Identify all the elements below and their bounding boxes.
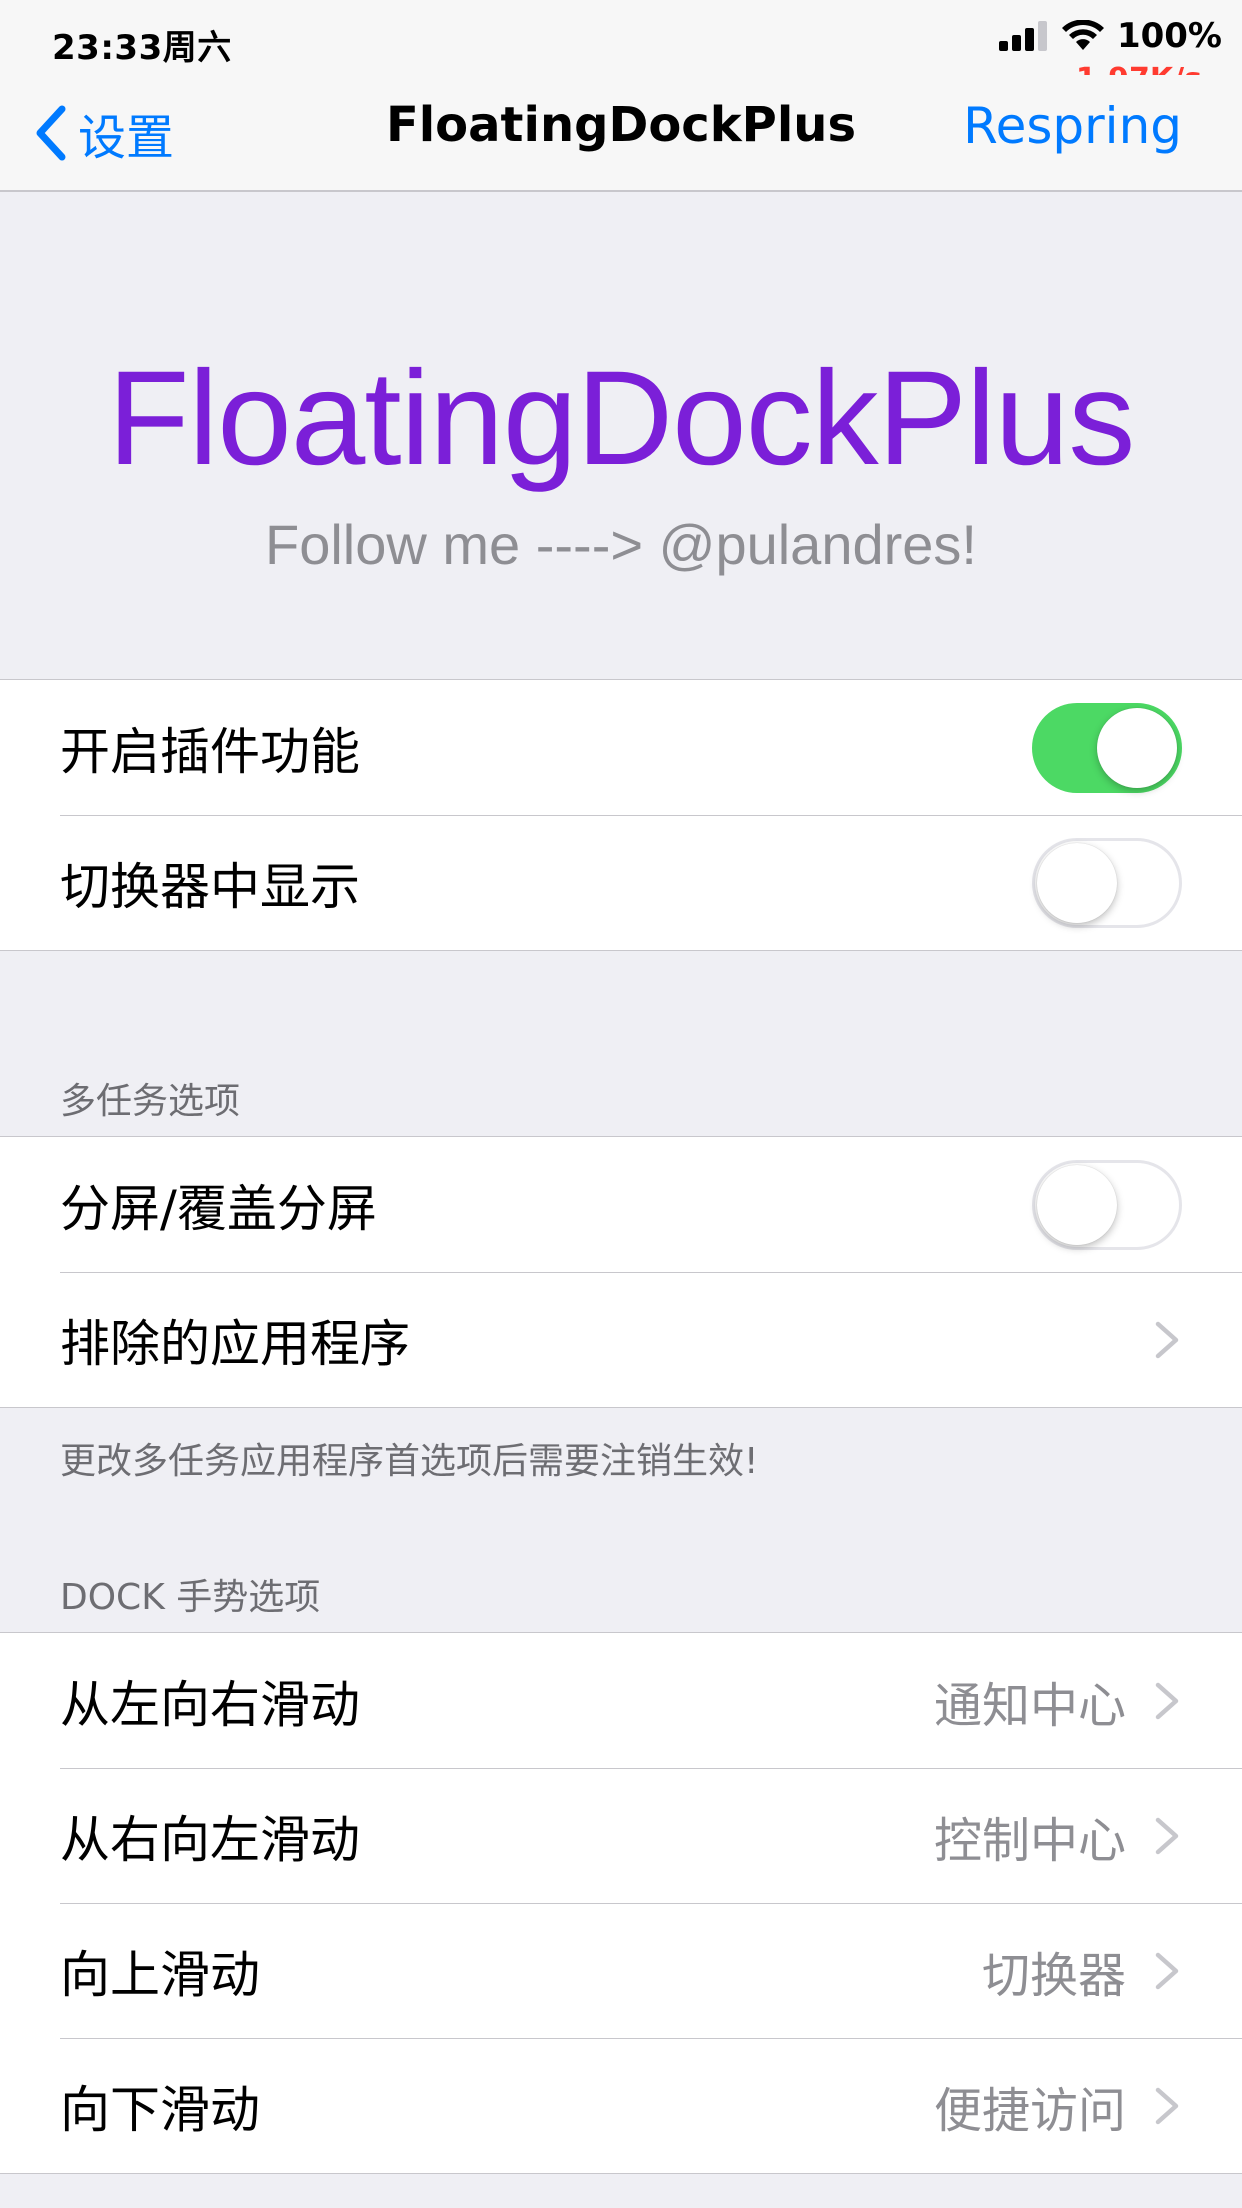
row-label: 开启插件功能 xyxy=(60,722,360,781)
split-screen-toggle[interactable] xyxy=(1032,1159,1182,1250)
chevron-right-icon xyxy=(1155,2087,1179,2124)
header-banner: FloatingDockPlus Follow me ----> @puland… xyxy=(0,192,1242,679)
chevron-right-icon xyxy=(1155,1817,1179,1854)
row-value: 通知中心 xyxy=(933,1677,1126,1734)
enable-tweak-toggle[interactable] xyxy=(1032,702,1182,793)
split-screen-row: 分屏/覆盖分屏 xyxy=(0,1137,1242,1272)
chevron-right-icon xyxy=(1155,1682,1179,1719)
chevron-right-icon xyxy=(1155,1952,1179,1989)
wifi-icon xyxy=(1061,20,1104,50)
row-label: 从左向右滑动 xyxy=(60,1675,360,1734)
row-label: 向下滑动 xyxy=(60,2080,260,2139)
status-time: 23:33周六 xyxy=(52,28,232,68)
multitask-section-header: 多任务选项 xyxy=(60,1081,241,1122)
respring-button[interactable]: Respring xyxy=(963,97,1182,155)
row-value: 切换器 xyxy=(981,1947,1126,2004)
battery-percent: 100% xyxy=(1116,16,1222,56)
main-settings-group: 开启插件功能 切换器中显示 xyxy=(0,679,1242,951)
row-label: 分屏/覆盖分屏 xyxy=(60,1179,377,1238)
dock-gestures-section-header: DOCK 手势选项 xyxy=(60,1577,321,1618)
banner-title: FloatingDockPlus xyxy=(107,344,1136,493)
toggle-knob xyxy=(1037,1164,1117,1245)
row-value: 控制中心 xyxy=(933,1812,1126,1869)
row-label: 向上滑动 xyxy=(60,1945,260,2004)
status-right: 100% xyxy=(998,16,1222,56)
row-label: 从右向左滑动 xyxy=(60,1810,360,1869)
row-value: 便捷访问 xyxy=(933,2082,1126,2139)
nav-bar: 设置 FloatingDockPlus Respring xyxy=(0,75,1242,192)
excluded-apps-row[interactable]: 排除的应用程序 xyxy=(0,1272,1242,1407)
swipe-right-to-left-row[interactable]: 从右向左滑动 控制中心 xyxy=(0,1768,1242,1903)
swipe-down-row[interactable]: 向下滑动 便捷访问 xyxy=(0,2038,1242,2173)
row-label: 切换器中显示 xyxy=(60,857,360,916)
multitask-group: 分屏/覆盖分屏 排除的应用程序 xyxy=(0,1136,1242,1408)
status-bar: 23:33周六 100% 1.97K/s xyxy=(0,0,1242,97)
toggle-knob xyxy=(1037,842,1117,923)
swipe-up-row[interactable]: 向上滑动 切换器 xyxy=(0,1903,1242,2038)
dock-gestures-group: 从左向右滑动 通知中心 从右向左滑动 控制中心 向上滑动 切换器 向下滑动 便捷… xyxy=(0,1632,1242,2174)
banner-subtitle: Follow me ----> @pulandres! xyxy=(265,513,977,576)
chevron-right-icon xyxy=(1155,1321,1179,1358)
show-in-switcher-row: 切换器中显示 xyxy=(0,815,1242,950)
swipe-left-to-right-row[interactable]: 从左向右滑动 通知中心 xyxy=(0,1633,1242,1768)
signal-icon xyxy=(998,21,1047,51)
enable-tweak-row: 开启插件功能 xyxy=(0,680,1242,815)
toggle-knob xyxy=(1097,707,1177,788)
row-label: 排除的应用程序 xyxy=(60,1314,410,1373)
multitask-section-footer: 更改多任务应用程序首选项后需要注销生效! xyxy=(60,1441,759,1482)
show-in-switcher-toggle[interactable] xyxy=(1032,837,1182,928)
